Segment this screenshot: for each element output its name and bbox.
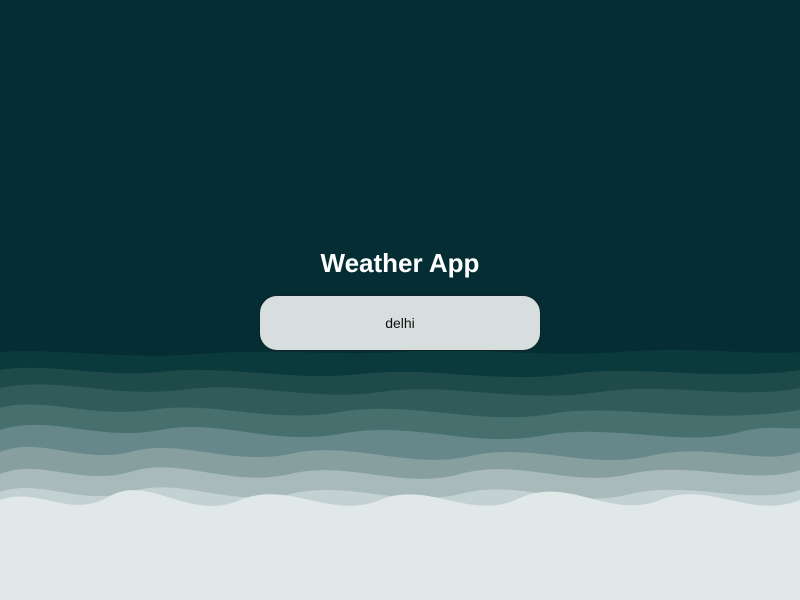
wave-layer-9 <box>0 490 800 600</box>
app-title: Weather App <box>320 248 480 278</box>
city-search-input[interactable] <box>259 295 541 351</box>
app-screen: Weather App <box>0 0 800 600</box>
